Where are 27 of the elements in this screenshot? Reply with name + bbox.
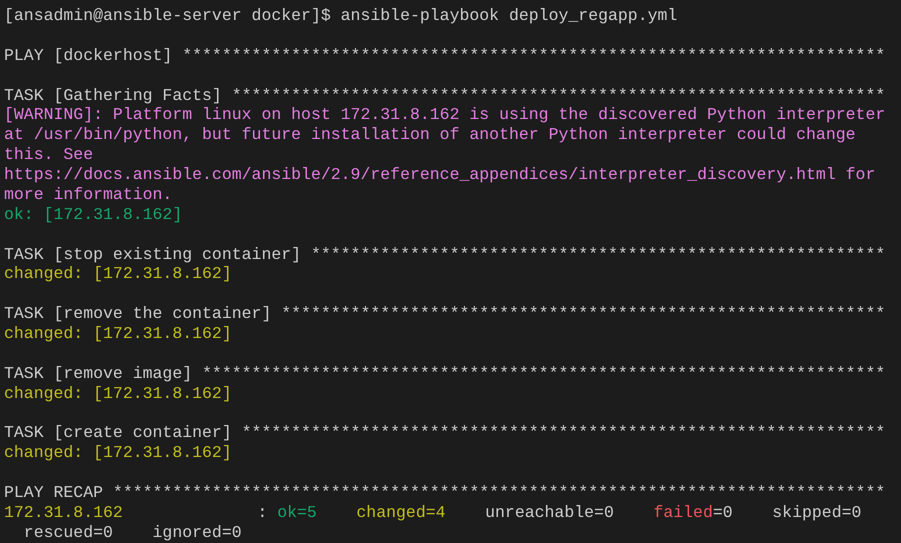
warning-line: this. See	[4, 145, 94, 165]
terminal-line: TASK [Gathering Facts] ******************************************************************	[4, 86, 886, 106]
recap-stat: failed=0	[653, 502, 733, 523]
terminal-line: changed: [172.31.8.162]	[4, 264, 232, 284]
terminal-line: changed: [172.31.8.162]	[4, 443, 232, 464]
recap-separator: :	[257, 502, 268, 523]
terminal-line: TASK [create container] *****************************************************************	[4, 423, 886, 444]
terminal-line: TASK [remove image] *********************************************************************	[4, 364, 886, 384]
terminal-line: PLAY [dockerhost] ***********************************************************************	[4, 46, 886, 66]
terminal-line: changed: [172.31.8.162]	[4, 384, 232, 404]
warning-line: [WARNING]: Platform linux on host 172.31.8.162 is using the discovered Python interpreter	[4, 105, 886, 126]
terminal-line: ok: [172.31.8.162]	[4, 204, 182, 225]
warning-line: at /usr/bin/python, but future installation of another Python interpreter could change	[4, 125, 856, 146]
recap-stat: ok=5	[277, 502, 317, 523]
terminal-line: PLAY RECAP ******************************************************************************	[4, 483, 886, 503]
recap-stat: rescued=0	[24, 522, 113, 543]
terminal-line: TASK [stop existing container] **********************************************************	[4, 244, 886, 264]
warning-line: https://docs.ansible.com/ansible/2.9/reference_appendices/interpreter_discovery.html for	[4, 165, 876, 185]
warning-line: more information.	[4, 184, 172, 205]
recap-stat: unreachable=0	[485, 502, 614, 523]
recap-stat: changed=4	[356, 502, 446, 523]
recap-stat: ignored=0	[152, 522, 242, 543]
terminal-line: TASK [remove the container] *************************************************************	[4, 304, 886, 324]
terminal-line: changed: [172.31.8.162]	[4, 324, 232, 344]
terminal-line: [ansadmin@ansible-server docker]$ ansible-playbook deploy_regapp.yml	[4, 6, 678, 26]
recap-host: 172.31.8.162	[4, 502, 124, 523]
recap-stat: skipped=0	[772, 502, 862, 523]
